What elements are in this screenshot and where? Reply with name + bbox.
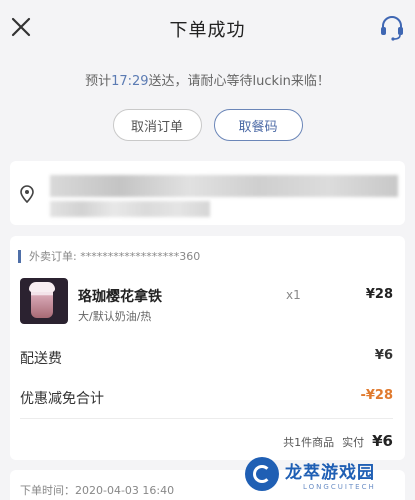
eta-prefix: 预计 bbox=[85, 74, 112, 89]
watermark-logo-icon bbox=[245, 457, 279, 491]
divider bbox=[20, 418, 393, 419]
page-title: 下单成功 bbox=[169, 20, 246, 41]
discount-value: -¥28 bbox=[360, 388, 393, 403]
close-icon[interactable] bbox=[10, 16, 32, 38]
item-count: 共1件商品 bbox=[283, 436, 335, 449]
watermark-text: 龙萃游戏园 LONGCUITECH bbox=[285, 458, 376, 491]
discount-label: 优惠减免合计 bbox=[20, 391, 104, 407]
product-price: ¥28 bbox=[365, 287, 393, 302]
delivery-fee-value: ¥6 bbox=[374, 348, 393, 363]
location-pin-icon bbox=[20, 185, 34, 203]
delivery-eta: 预计17:29送达，请耐心等待luckin来临！ bbox=[0, 70, 415, 89]
eta-time: 17:29 bbox=[111, 74, 149, 89]
redacted-address bbox=[50, 175, 398, 197]
header: 下单成功 bbox=[0, 0, 415, 58]
product-image bbox=[20, 278, 68, 324]
product-quantity: x1 bbox=[286, 288, 301, 302]
redacted-contact bbox=[50, 201, 210, 217]
watermark-sub: LONGCUITECH bbox=[303, 482, 376, 491]
paid-label: 实付 bbox=[342, 436, 365, 449]
order-number-text: 外卖订单: ******************360 bbox=[29, 250, 201, 263]
order-card: 外卖订单: ******************360 珞珈樱花拿铁 大/默认奶… bbox=[10, 236, 405, 460]
watermark-main: 龙萃游戏园 bbox=[285, 462, 375, 483]
order-total: 共1件商品 实付 ¥6 bbox=[283, 432, 393, 450]
cancel-order-button[interactable]: 取消订单 bbox=[112, 109, 202, 141]
delivery-fee-label: 配送费 bbox=[20, 351, 62, 367]
paid-value: ¥6 bbox=[372, 432, 393, 450]
product-options: 大/默认奶油/热 bbox=[78, 310, 152, 323]
drink-cream bbox=[29, 282, 55, 292]
watermark: 龙萃游戏园 LONGCUITECH bbox=[245, 452, 410, 496]
eta-suffix: 送达，请耐心等待luckin来临！ bbox=[148, 74, 330, 89]
address-card[interactable] bbox=[10, 161, 405, 225]
order-number: 外卖订单: ******************360 bbox=[10, 248, 200, 264]
accent-bar bbox=[18, 249, 21, 263]
action-buttons: 取消订单 取餐码 bbox=[0, 109, 415, 141]
headset-icon[interactable] bbox=[379, 14, 405, 42]
product-name: 珞珈樱花拿铁 bbox=[78, 289, 162, 305]
order-time: 下单时间：2020-04-03 16:40 bbox=[20, 484, 175, 497]
pickup-code-button[interactable]: 取餐码 bbox=[213, 109, 303, 141]
